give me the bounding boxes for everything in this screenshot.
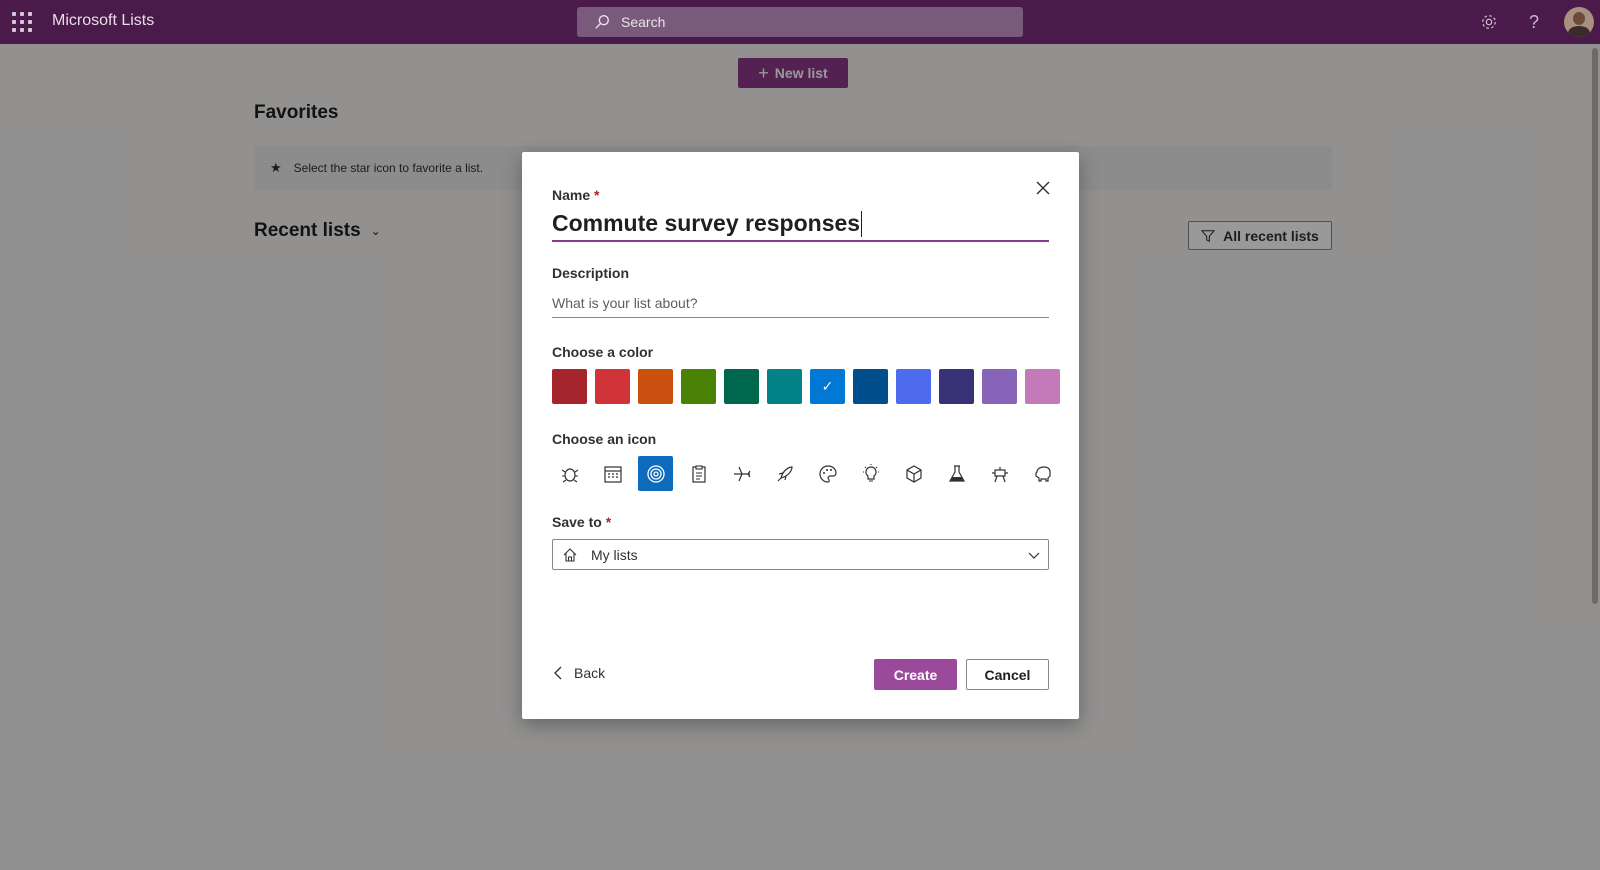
home-icon [563, 547, 577, 562]
icon-label: Choose an icon [552, 431, 657, 447]
robot-icon[interactable] [982, 456, 1017, 491]
description-label: Description [552, 265, 630, 281]
help-icon[interactable]: ? [1523, 11, 1545, 33]
create-list-dialog: Name * Commute survey responses Descript… [522, 152, 1079, 719]
cube-icon[interactable] [896, 456, 931, 491]
clipboard-icon[interactable] [681, 456, 716, 491]
color-swatch[interactable] [1025, 369, 1060, 404]
color-swatch[interactable] [853, 369, 888, 404]
chevron-left-icon [554, 666, 562, 680]
back-label: Back [574, 665, 606, 681]
name-label: Name * [552, 187, 600, 203]
icon-picker [552, 456, 1060, 491]
color-swatch[interactable] [724, 369, 759, 404]
required-marker: * [594, 187, 600, 203]
color-picker: ✓ [552, 369, 1060, 404]
top-bar: Microsoft Lists Search ? [0, 0, 1600, 44]
color-swatch[interactable] [681, 369, 716, 404]
waffle-icon[interactable] [12, 12, 32, 32]
gear-icon[interactable] [1478, 11, 1500, 33]
bug-icon[interactable] [552, 456, 587, 491]
color-swatch[interactable] [982, 369, 1017, 404]
avatar[interactable] [1564, 7, 1594, 37]
search-icon [595, 15, 609, 29]
search-box[interactable]: Search [577, 7, 1023, 37]
chevron-down-icon [1028, 552, 1040, 559]
save-to-label: Save to * [552, 514, 612, 530]
name-field[interactable]: Commute survey responses [552, 210, 1049, 242]
description-field[interactable]: What is your list about? [552, 288, 1049, 318]
required-marker: * [605, 514, 612, 530]
scrollbar[interactable] [1592, 48, 1598, 604]
search-placeholder: Search [621, 14, 666, 30]
description-placeholder: What is your list about? [552, 294, 698, 311]
checkmark-icon: ✓ [821, 378, 834, 394]
piggy-bank-icon[interactable] [1025, 456, 1060, 491]
color-swatch[interactable]: ✓ [810, 369, 845, 404]
target-icon[interactable] [638, 456, 673, 491]
color-swatch[interactable] [896, 369, 931, 404]
name-value: Commute survey responses [552, 210, 861, 236]
save-to-dropdown[interactable]: My lists [552, 539, 1049, 570]
rocket-icon[interactable] [767, 456, 802, 491]
color-swatch[interactable] [638, 369, 673, 404]
color-swatch[interactable] [595, 369, 630, 404]
color-swatch[interactable] [939, 369, 974, 404]
beaker-icon[interactable] [939, 456, 974, 491]
back-button[interactable]: Back [552, 665, 605, 681]
airplane-icon[interactable] [724, 456, 759, 491]
color-swatch[interactable] [767, 369, 802, 404]
calendar-icon[interactable] [595, 456, 630, 491]
color-label: Choose a color [552, 344, 654, 360]
cancel-button[interactable]: Cancel [966, 659, 1049, 690]
save-to-value: My lists [591, 546, 638, 563]
lightbulb-icon[interactable] [853, 456, 888, 491]
color-swatch[interactable] [552, 369, 587, 404]
palette-icon[interactable] [810, 456, 845, 491]
close-icon[interactable] [1035, 180, 1051, 196]
app-title[interactable]: Microsoft Lists [52, 12, 154, 30]
create-button[interactable]: Create [874, 659, 957, 690]
